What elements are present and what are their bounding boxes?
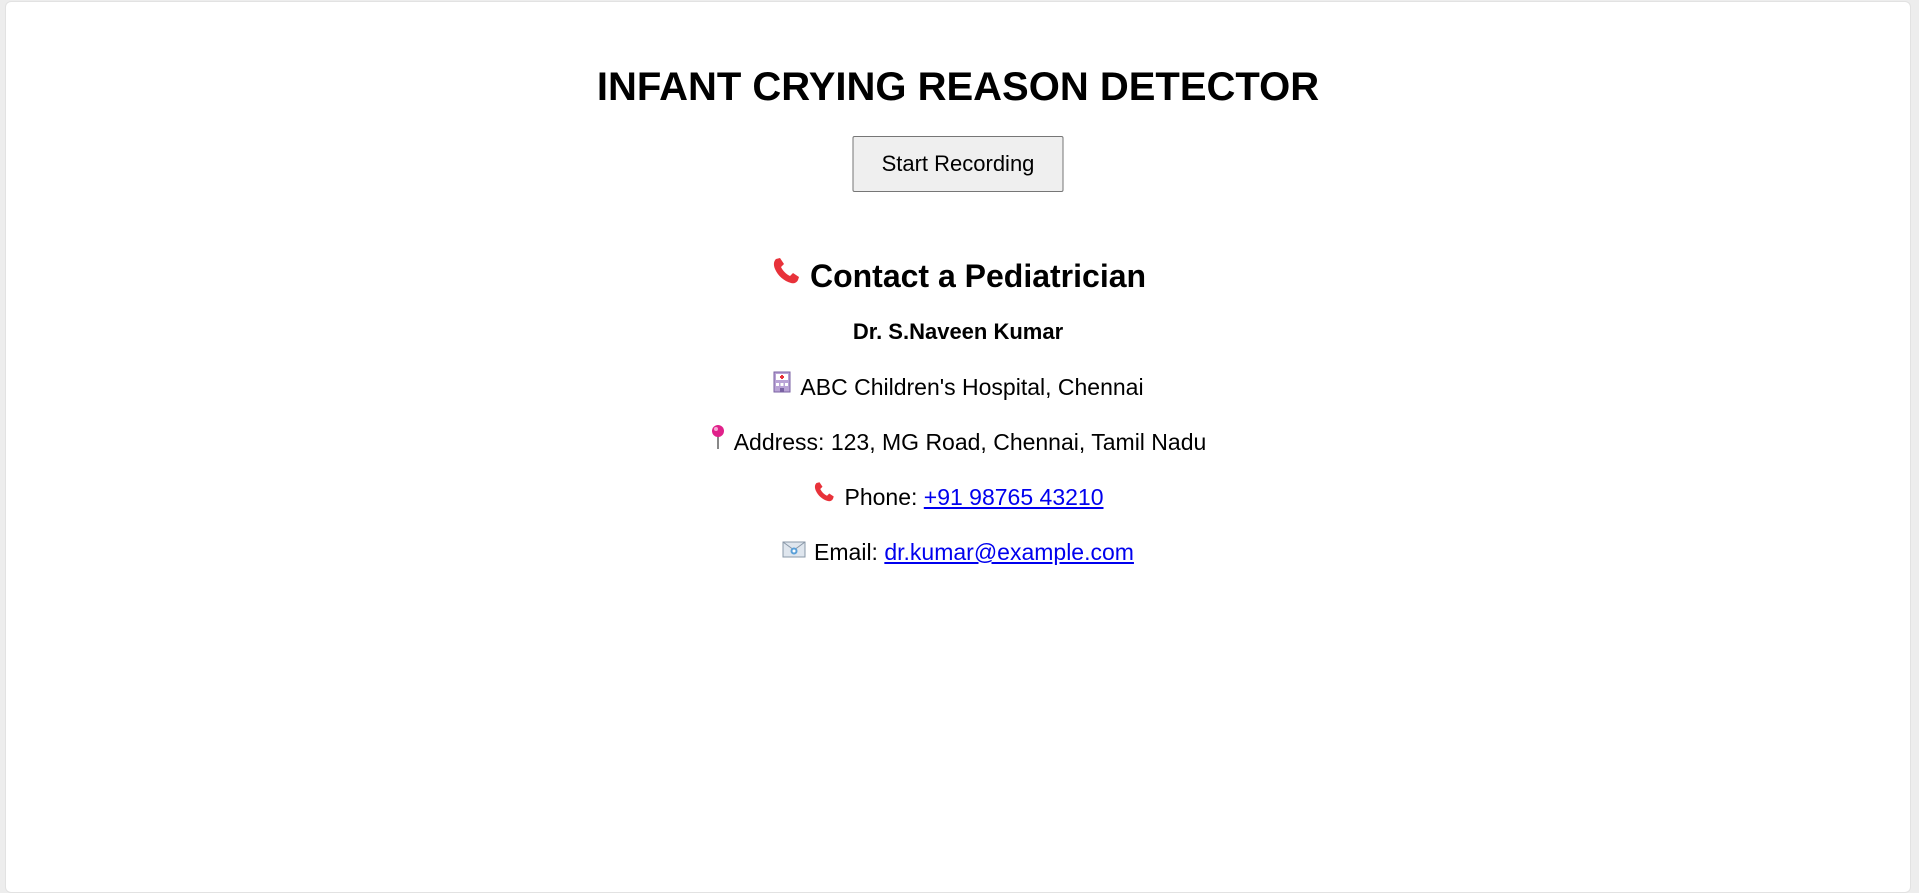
page-title: INFANT CRYING REASON DETECTOR [596,65,1320,109]
contact-heading-text: Contact a Pediatrician [809,258,1147,294]
address-value: 123, MG Road, Chennai, Tamil Nadu [830,429,1207,455]
contact-heading: Contact a Pediatrician [6,256,1910,299]
address-label: Address: [733,429,825,455]
page-container: INFANT CRYING REASON DETECTOR Start Reco… [5,1,1911,893]
envelope-icon [782,536,806,566]
phone-link[interactable]: +91 98765 43210 [924,484,1104,510]
address-line: Address: 123, MG Road, Chennai, Tamil Na… [6,424,1910,460]
email-label: Email: [814,539,878,565]
phone-label: Phone: [844,484,918,510]
doctor-name: Dr. S.Naveen Kumar [852,319,1064,344]
phone-line: Phone: +91 98765 43210 [6,482,1910,514]
round-pushpin-icon [710,424,726,457]
email-link[interactable]: dr.kumar@example.com [884,539,1134,565]
hospital-name: ABC Children's Hospital, Chennai [800,374,1144,400]
start-recording-button[interactable]: Start Recording [852,136,1064,192]
hospital-line: ABC Children's Hospital, Chennai [6,370,1910,404]
email-line: Email: dr.kumar@example.com [6,537,1910,569]
telephone-receiver-icon [812,480,836,511]
telephone-receiver-icon [770,255,802,296]
hospital-icon [772,370,792,401]
